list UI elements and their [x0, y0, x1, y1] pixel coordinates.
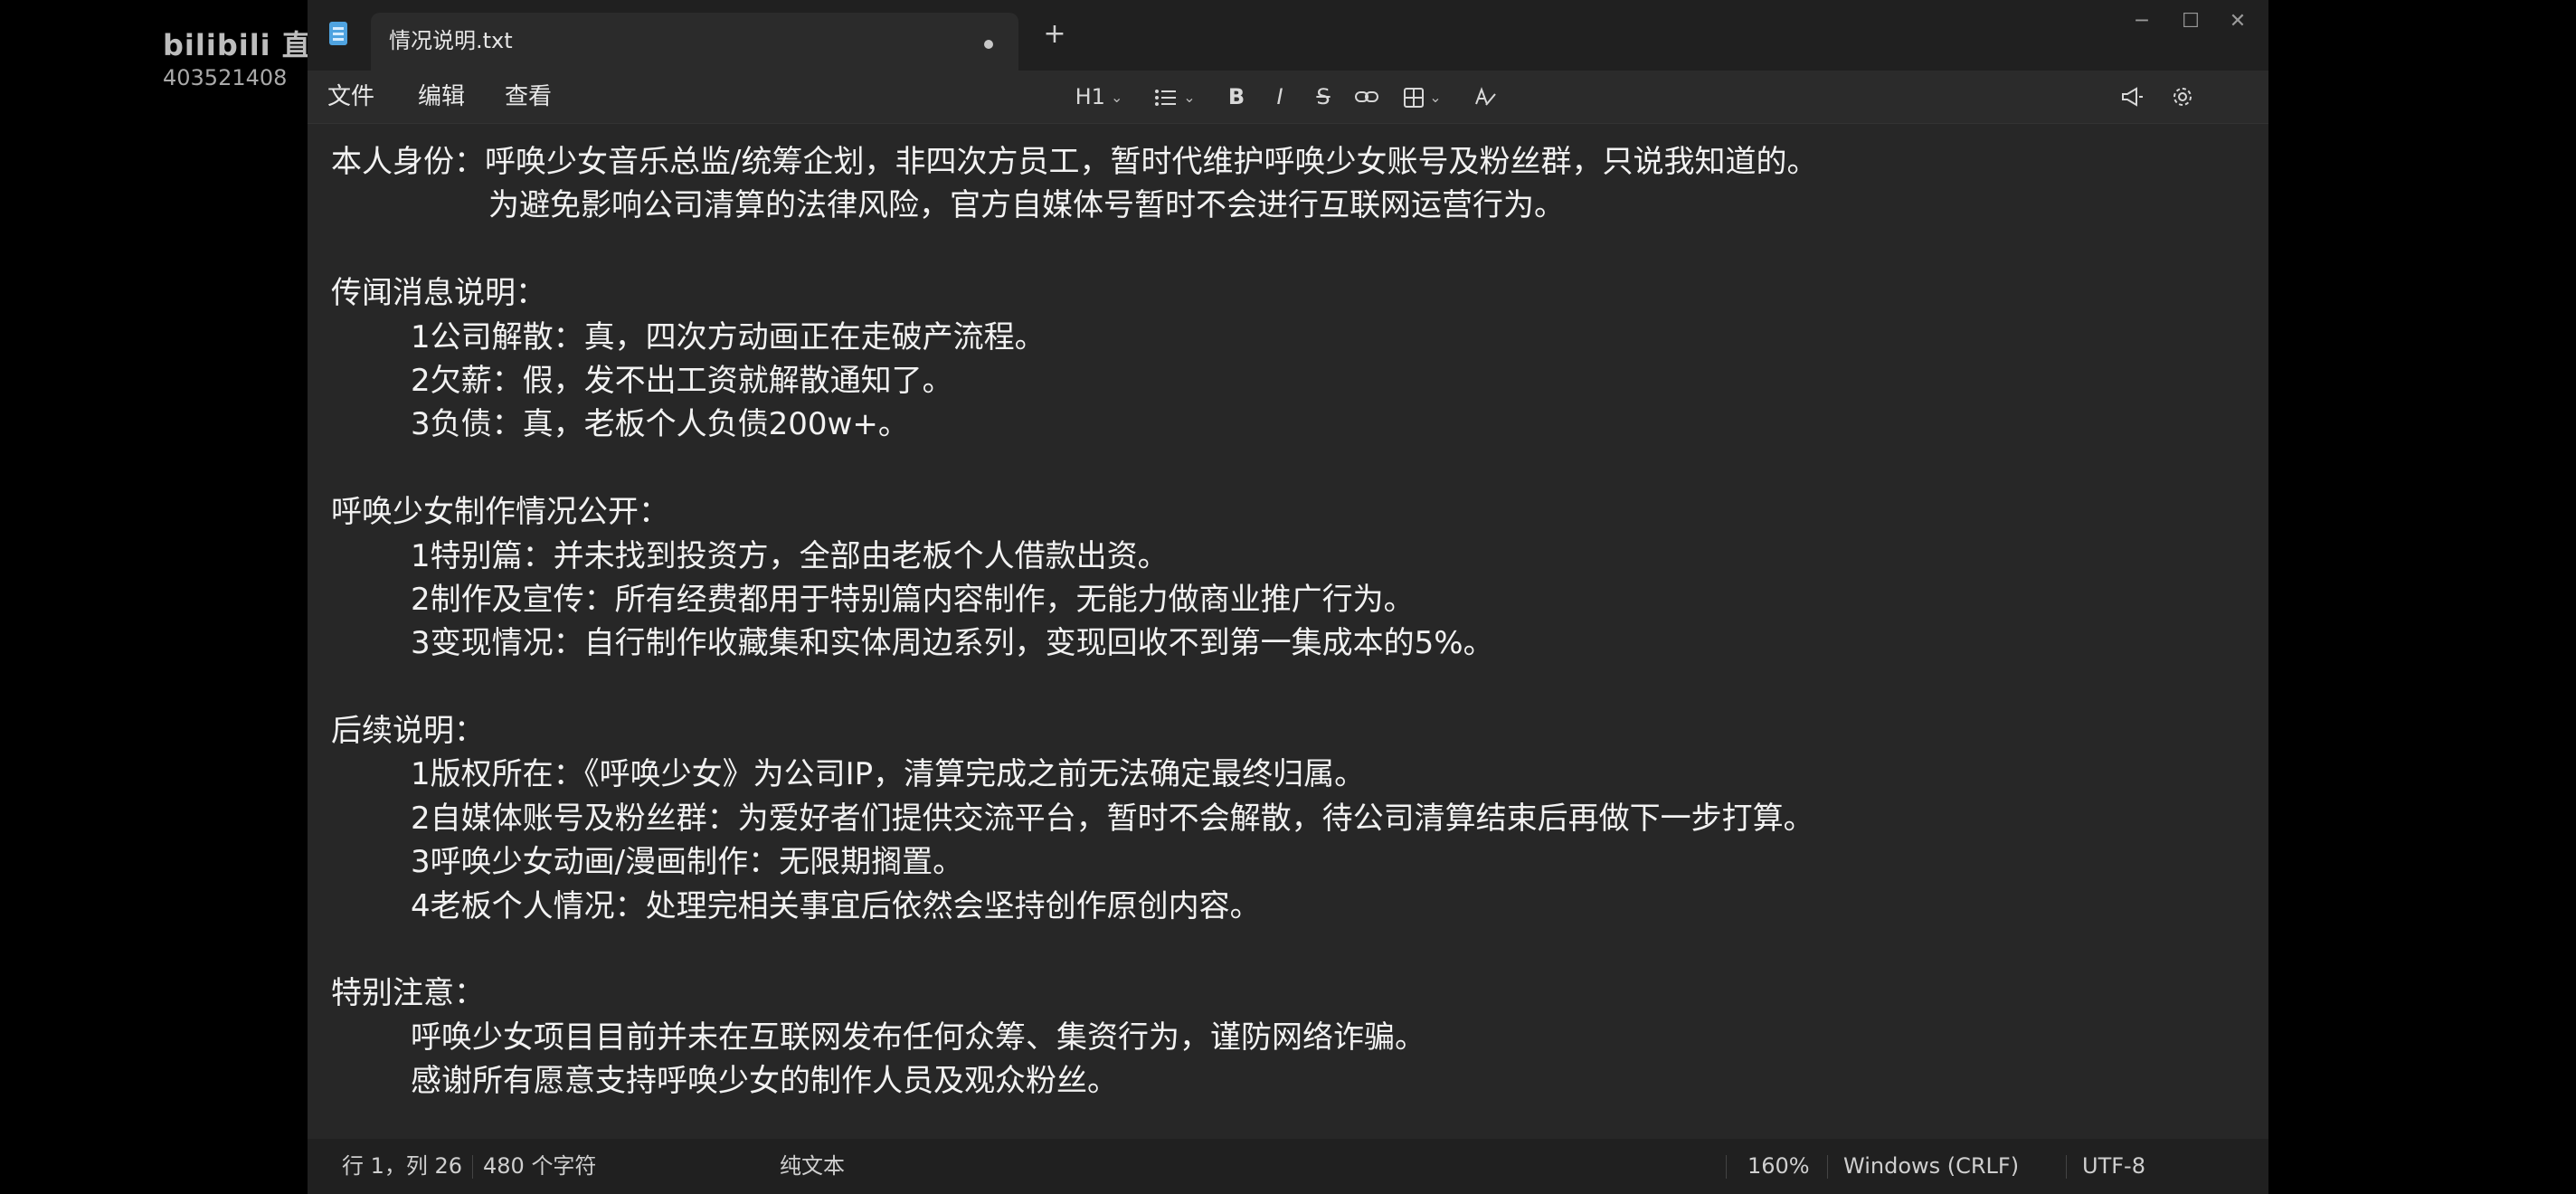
list-dropdown[interactable]: ⌄: [1145, 78, 1205, 116]
unsaved-dot-icon[interactable]: [984, 40, 993, 49]
menu-view[interactable]: 查看: [505, 71, 552, 123]
doc-line: 2制作及宣传：所有经费都用于特别篇内容制作，无能力做商业推广行为。: [411, 581, 1415, 618]
status-divider: [1827, 1155, 1828, 1179]
clear-formatting-icon: [1473, 78, 1497, 107]
list-icon: [1154, 89, 1178, 107]
doc-line: 3呼唤少女动画/漫画制作：无限期搁置。: [411, 844, 964, 881]
encoding[interactable]: UTF-8: [2082, 1139, 2145, 1194]
minimize-button[interactable]: ─: [2115, 4, 2169, 40]
doc-line: 感谢所有愿意支持呼唤少女的制作人员及观众粉丝。: [411, 1063, 1118, 1100]
format-indicator[interactable]: 纯文本: [780, 1139, 845, 1194]
line-ending[interactable]: Windows (CRLF): [1843, 1139, 2019, 1194]
doc-line: 3变现情况：自行制作收藏集和实体周边系列，变现回收不到第一集成本的5%。: [411, 625, 1494, 662]
doc-line: 4老板个人情况：处理完相关事宜后依然会坚持创作原创内容。: [411, 887, 1261, 924]
italic-button[interactable]: I: [1261, 78, 1299, 116]
new-tab-button[interactable]: +: [1037, 16, 1073, 52]
doc-line: 1特别篇：并未找到投资方，全部由老板个人借款出资。: [411, 537, 1169, 574]
close-button[interactable]: ✕: [2211, 4, 2265, 40]
doc-line: 3负债：真，老板个人负债200w+。: [411, 406, 909, 443]
table-dropdown[interactable]: ⌄: [1393, 78, 1453, 116]
doc-line: 呼唤少女项目目前并未在互联网发布任何众筹、集资行为，谨防网络诈骗。: [411, 1019, 1425, 1056]
menu-file[interactable]: 文件: [327, 71, 374, 123]
table-icon: [1404, 88, 1425, 108]
clear-formatting-button[interactable]: [1465, 78, 1505, 116]
copilot-button[interactable]: [2113, 78, 2151, 116]
text-editor[interactable]: 本人身份：呼唤少女音乐总监/统筹企划，非四次方员工，暂时代维护呼唤少女账号及粉丝…: [308, 124, 2268, 1139]
tab-title: 情况说明.txt: [389, 28, 513, 53]
menu-edit[interactable]: 编辑: [418, 71, 465, 123]
status-divider: [2066, 1155, 2067, 1179]
doc-line: 2欠薪：假，发不出工资就解散通知了。: [411, 362, 953, 399]
status-divider: [1726, 1155, 1727, 1179]
maximize-button[interactable]: ☐: [2164, 4, 2218, 40]
section-heading: 后续说明：: [331, 713, 485, 750]
tab-current-file[interactable]: 情况说明.txt: [371, 13, 1018, 71]
doc-line: [331, 928, 2232, 971]
title-bar: 情况说明.txt + ─ ☐ ✕: [308, 0, 2268, 71]
settings-button[interactable]: [2164, 78, 2202, 116]
link-button[interactable]: [1348, 78, 1386, 116]
status-divider: [472, 1155, 473, 1179]
chevron-down-icon: ⌄: [1110, 89, 1123, 106]
doc-line: [331, 666, 2232, 709]
doc-line: [331, 447, 2232, 490]
doc-line: 2自媒体账号及粉丝群：为爱好者们提供交流平台，暂时不会解散，待公司清算结束后再做…: [411, 800, 1814, 837]
character-count: 480 个字符: [483, 1153, 597, 1179]
bold-button[interactable]: B: [1217, 78, 1255, 116]
status-bar: 行 1，列 26 480 个字符 纯文本 160% Windows (CRLF)…: [308, 1139, 2268, 1194]
notepad-app-icon: [329, 22, 347, 45]
doc-line: 为避免影响公司清算的法律风险，官方自媒体号暂时不会进行互联网运营行为。: [488, 187, 1565, 224]
link-icon: [1355, 78, 1378, 107]
megaphone-icon: [2120, 78, 2144, 107]
heading-label: H1: [1075, 84, 1105, 109]
section-heading: 传闻消息说明：: [331, 275, 546, 312]
zoom-level[interactable]: 160%: [1747, 1139, 1810, 1194]
doc-line: 1版权所在：《呼唤少女》为公司IP，清算完成之前无法确定最终归属。: [411, 756, 1366, 793]
section-heading: 特别注意：: [331, 975, 485, 1012]
menu-bar: 文件 编辑 查看 H1 ⌄ ⌄ B I S ⌄: [308, 71, 2268, 124]
heading-dropdown[interactable]: H1 ⌄: [1067, 78, 1131, 116]
document-content[interactable]: 本人身份：呼唤少女音乐总监/统筹企划，非四次方员工，暂时代维护呼唤少女账号及粉丝…: [331, 140, 2232, 1104]
cursor-position[interactable]: 行 1，列 26: [342, 1139, 462, 1194]
doc-line: 1公司解散：真，四次方动画正在走破产流程。: [411, 318, 1046, 355]
gear-icon: [2172, 78, 2193, 108]
chevron-down-icon: ⌄: [1183, 89, 1196, 106]
notepad-window: 情况说明.txt + ─ ☐ ✕ 文件 编辑 查看 H1 ⌄ ⌄ B I S ⌄…: [308, 0, 2268, 1194]
chevron-down-icon: ⌄: [1429, 89, 1442, 106]
doc-line: 本人身份：呼唤少女音乐总监/统筹企划，非四次方员工，暂时代维护呼唤少女账号及粉丝…: [331, 144, 1818, 180]
doc-line: [331, 228, 2232, 271]
section-heading: 呼唤少女制作情况公开：: [331, 494, 669, 531]
strikethrough-button[interactable]: S: [1304, 78, 1342, 116]
